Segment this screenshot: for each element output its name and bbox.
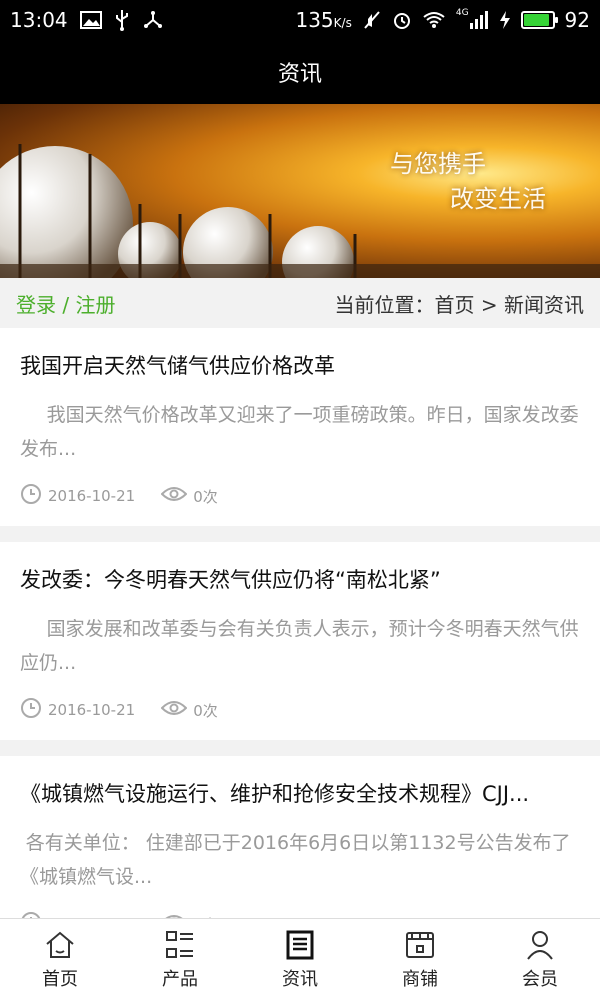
eye-icon (160, 485, 188, 507)
news-summary: 我国天然气价格改革又迎来了一项重磅政策。昨日，国家发改委发布... (20, 404, 579, 460)
image-icon (79, 11, 102, 29)
breadcrumb: 当前位置：首页 > 新闻资讯 (334, 292, 584, 317)
wifi-icon (422, 11, 446, 29)
banner-slogan-line2: 改变生活 (450, 185, 546, 213)
shop-icon (406, 931, 434, 958)
news-icon (286, 930, 314, 959)
share-icon (142, 10, 164, 30)
news-meta: 2016-10-21 0次 (20, 466, 580, 526)
alarm-icon (392, 10, 412, 30)
charging-icon (499, 10, 511, 30)
status-bar: 13:04 135K/s 4G 92 (0, 0, 600, 40)
location-bar: 登录 / 注册 当前位置：首页 > 新闻资讯 (0, 278, 600, 328)
page-title: 资讯 (277, 62, 322, 87)
user-icon (527, 930, 553, 960)
tab-label: 产品 (162, 968, 198, 990)
news-views: 0次 (193, 487, 218, 506)
banner-slogan-line1: 与您携手 (390, 150, 486, 178)
mute-icon (362, 10, 382, 30)
tab-shop[interactable]: 商铺 (360, 919, 480, 1000)
tab-member[interactable]: 会员 (480, 919, 600, 1000)
tab-news[interactable]: 资讯 (240, 919, 360, 1000)
news-summary: 各有关单位： 住建部已于2016年6月6日以第1132号公告发布了《城镇燃气设.… (20, 832, 571, 888)
tab-label: 资讯 (282, 968, 318, 990)
clock-icon (20, 697, 42, 723)
tab-products[interactable]: 产品 (120, 919, 240, 1000)
tab-label: 首页 (42, 968, 78, 990)
news-list: 我国开启天然气储气供应价格改革 我国天然气价格改革又迎来了一项重磅政策。昨日，国… (0, 328, 600, 970)
status-time: 13:04 (10, 8, 68, 32)
news-card[interactable]: 发改委：今冬明春天然气供应仍将“南松北紧” 国家发展和改革委与会有关负责人表示，… (0, 542, 600, 740)
news-title[interactable]: 我国开启天然气储气供应价格改革 (20, 348, 580, 384)
clock-icon (20, 483, 42, 509)
network-speed: 135K/s (295, 8, 352, 32)
grid-list-icon (166, 930, 193, 958)
news-date: 2016-10-21 (48, 487, 136, 505)
eye-icon (160, 699, 188, 721)
signal-icon: 4G (456, 8, 489, 29)
news-title[interactable]: 《城镇燃气设施运行、维护和抢修安全技术规程》CJJ... (20, 776, 580, 812)
news-date: 2016-10-21 (48, 701, 136, 719)
news-title[interactable]: 发改委：今冬明春天然气供应仍将“南松北紧” (20, 562, 580, 598)
tab-label: 商铺 (402, 968, 438, 990)
login-register-link[interactable]: 登录 / 注册 (16, 289, 115, 318)
bottom-tab-bar: 首页 产品 资讯 商铺 会员 (0, 918, 600, 1000)
banner-image[interactable]: 与您携手 改变生活 (0, 104, 600, 278)
tab-label: 会员 (522, 968, 558, 990)
news-card[interactable]: 我国开启天然气储气供应价格改革 我国天然气价格改革又迎来了一项重磅政策。昨日，国… (0, 328, 600, 526)
news-views: 0次 (193, 701, 218, 720)
battery-percent: 92 (564, 8, 590, 32)
usb-icon (114, 9, 130, 31)
title-bar: 资讯 (0, 40, 600, 104)
home-icon (46, 931, 74, 958)
tab-home[interactable]: 首页 (0, 919, 120, 1000)
news-meta: 2016-10-21 0次 (20, 680, 580, 740)
news-summary: 国家发展和改革委与会有关负责人表示，预计今冬明春天然气供应仍... (20, 618, 579, 674)
battery-icon (520, 11, 558, 29)
